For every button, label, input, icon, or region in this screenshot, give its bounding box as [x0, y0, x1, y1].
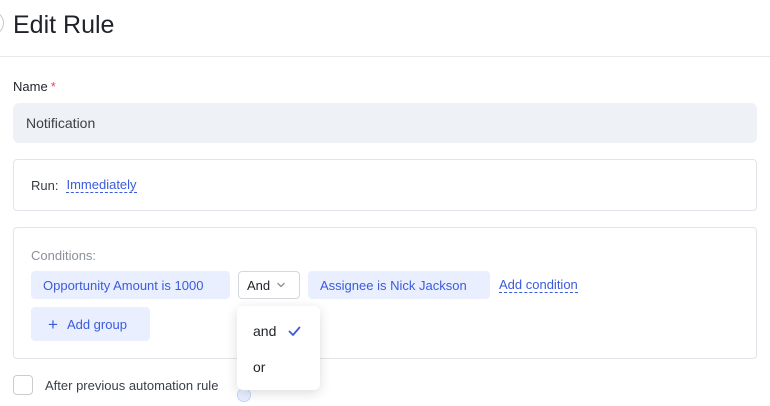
conditions-label: Conditions:	[31, 248, 97, 263]
operator-select[interactable]: And	[238, 271, 300, 299]
page-title: Edit Rule	[13, 11, 115, 39]
name-label: Name *	[13, 79, 56, 95]
after-previous-rule-row: After previous automation rule	[13, 375, 218, 395]
required-mark: *	[50, 79, 56, 94]
run-timing-link[interactable]: Immediately	[66, 177, 137, 193]
operator-option-label: and	[253, 323, 277, 339]
run-section: Run: Immediately	[13, 159, 757, 211]
operator-option-and[interactable]: and	[237, 313, 320, 349]
after-previous-rule-checkbox[interactable]	[13, 375, 33, 395]
page-header: Edit Rule	[0, 0, 770, 57]
add-group-label: Add group	[66, 316, 127, 332]
check-icon	[288, 326, 301, 337]
operator-dropdown-menu: and or	[237, 306, 320, 390]
add-condition-link[interactable]: Add condition	[499, 277, 578, 293]
condition-chip-opportunity-amount[interactable]: Opportunity Amount is 1000	[31, 271, 230, 299]
chevron-down-icon	[276, 280, 286, 290]
info-icon[interactable]	[237, 388, 251, 402]
name-input-value: Notification	[26, 115, 96, 131]
operator-option-or[interactable]: or	[237, 349, 320, 385]
run-label: Run:	[31, 177, 59, 193]
operator-select-value: And	[247, 277, 271, 293]
back-icon[interactable]	[0, 11, 4, 35]
after-previous-rule-label: After previous automation rule	[45, 377, 219, 393]
condition-chip-assignee[interactable]: Assignee is Nick Jackson	[308, 271, 490, 299]
conditions-section: Conditions: Opportunity Amount is 1000 A…	[13, 227, 757, 359]
operator-option-label: or	[253, 359, 266, 375]
name-input[interactable]: Notification	[13, 103, 757, 143]
add-group-button[interactable]: + Add group	[31, 307, 150, 341]
plus-icon: +	[48, 314, 58, 334]
name-label-text: Name	[13, 79, 48, 94]
